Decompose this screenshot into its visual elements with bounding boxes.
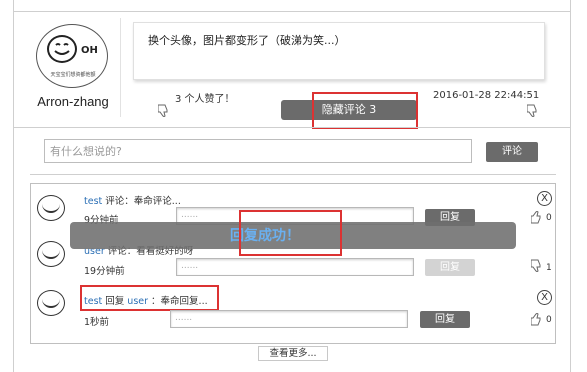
smiley-icon	[42, 248, 60, 259]
commenter-avatar[interactable]	[37, 195, 65, 221]
reply-button[interactable]: 回复	[420, 311, 470, 328]
likes-count-text: 3 个人赞了！	[175, 94, 235, 105]
highlight-box	[312, 92, 418, 129]
thumbs-down-icon[interactable]	[526, 104, 539, 121]
avatar[interactable]: OH 天宝宝们想资都他额	[36, 24, 108, 88]
comment-header: test 评论：奉命评论...	[84, 193, 181, 207]
avatar-face-icon	[47, 35, 77, 63]
thumbs-up-icon[interactable]	[530, 312, 543, 328]
smiley-icon	[42, 297, 60, 308]
post-author[interactable]: Arron-zhang	[30, 94, 116, 109]
comment-input[interactable]: 有什么想说的?	[44, 139, 472, 163]
load-more-button[interactable]: 查看更多...	[258, 346, 328, 361]
comment-action: 评论：	[102, 196, 134, 207]
post-date: 2016-01-28 22:44:51	[433, 90, 540, 101]
comment-submit-button[interactable]: 评论	[486, 142, 538, 162]
comment-time: 19分钟前	[84, 266, 125, 277]
reply-input[interactable]: ......	[170, 310, 408, 328]
thumbs-up-icon[interactable]	[530, 210, 543, 226]
close-icon[interactable]: X	[537, 191, 552, 206]
reply-button[interactable]: 回复	[425, 259, 475, 276]
comment-time: 1秒前	[84, 317, 110, 328]
thumbs-down-icon[interactable]	[530, 259, 543, 275]
highlight-box	[80, 285, 219, 311]
comment-author[interactable]: test	[84, 196, 102, 207]
avatar-caption: 天宝宝们想资都他额	[50, 72, 96, 78]
commenter-avatar[interactable]	[37, 290, 65, 316]
post-content: 换个头像，图片都变形了（破涕为笑...）	[133, 22, 545, 80]
thumbs-down-icon[interactable]	[157, 104, 170, 121]
divider	[13, 127, 571, 128]
commenter-avatar[interactable]	[37, 241, 65, 267]
close-icon[interactable]: X	[537, 290, 552, 305]
header-frame	[13, 0, 571, 12]
divider	[30, 174, 556, 175]
reply-input[interactable]: ......	[176, 258, 414, 276]
like-count: 0	[546, 213, 552, 223]
smiley-icon	[42, 202, 60, 213]
comment-text: 奉命评论...	[133, 196, 181, 207]
like-count: 1	[546, 263, 552, 273]
like-count: 0	[546, 315, 552, 325]
highlight-box	[239, 210, 342, 256]
avatar-mark: OH	[81, 45, 98, 56]
